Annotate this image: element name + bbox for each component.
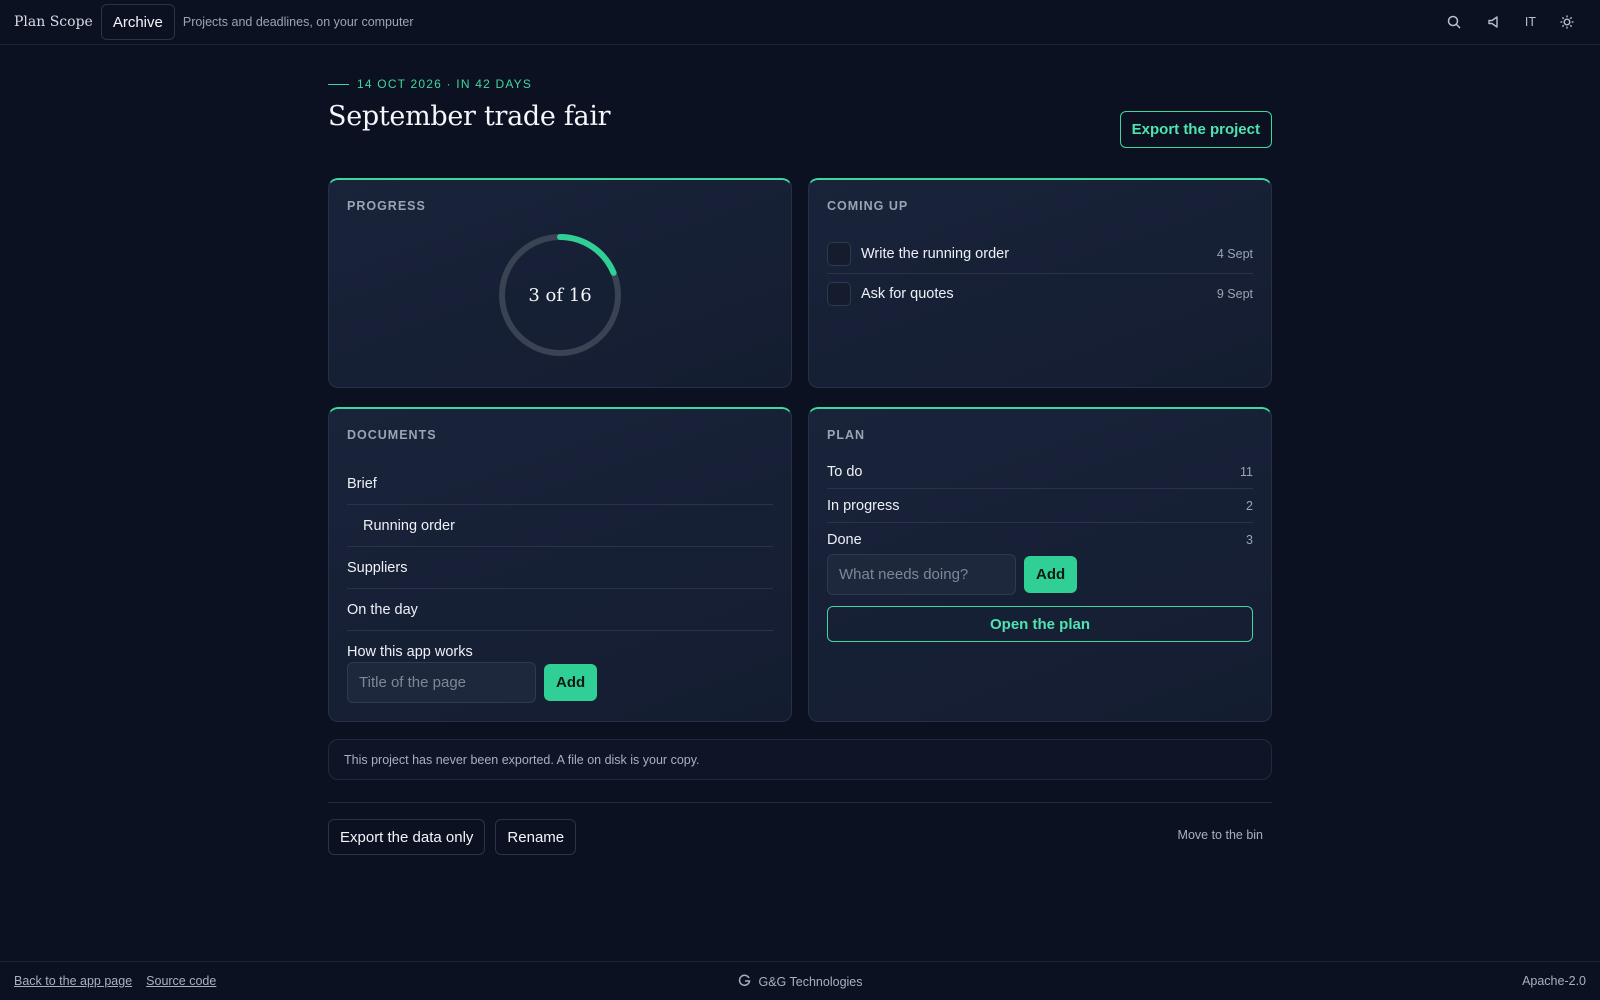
plan-row-todo: To do 11	[827, 455, 1253, 489]
document-item[interactable]: On the day	[347, 589, 773, 631]
divider	[328, 802, 1272, 803]
license-text: Apache-2.0	[1522, 974, 1586, 988]
plan-row-count: 2	[1246, 498, 1253, 513]
coming-up-label: COMING UP	[827, 199, 909, 213]
footer-company: G&G Technologies	[0, 962, 1600, 1000]
export-data-button[interactable]: Export the data only	[328, 819, 486, 855]
project-actions: Export the data only Rename	[328, 819, 577, 855]
progress-label: PROGRESS	[347, 199, 426, 213]
progress-value: 3 of 16	[528, 284, 592, 306]
page-title: September trade fair	[328, 101, 611, 132]
coming-up-card: COMING UP Write the running order 4 Sept…	[808, 178, 1272, 388]
tagline: Projects and deadlines, on your computer	[182, 15, 414, 29]
source-code-link[interactable]: Source code	[146, 974, 216, 988]
plan-status-list: To do 11 In progress 2 Done 3	[827, 455, 1253, 557]
brand-name[interactable]: Plan Scope	[14, 14, 93, 30]
company-name: G&G Technologies	[758, 974, 863, 989]
sun-icon[interactable]	[1558, 13, 1576, 31]
task-input[interactable]	[827, 554, 1016, 595]
open-plan-button[interactable]: Open the plan	[827, 606, 1253, 642]
plan-row-label: To do	[827, 463, 863, 480]
documents-card: DOCUMENTS Brief Running order Suppliers …	[328, 407, 792, 722]
add-page-button[interactable]: Add	[544, 664, 598, 701]
page-title-input[interactable]	[347, 662, 536, 703]
upcoming-list: Write the running order 4 Sept Ask for q…	[827, 234, 1253, 314]
task-checkbox[interactable]	[827, 282, 851, 306]
task-checkbox[interactable]	[827, 241, 851, 266]
footer: Back to the app page Source code G&G Tec…	[0, 961, 1600, 1000]
deadline-eyebrow: 14 OCT 2026 · IN 42 DAYS	[328, 77, 532, 91]
plan-row-label: Done	[827, 532, 862, 548]
plan-card: PLAN To do 11 In progress 2 Done 3 Add O…	[808, 407, 1272, 722]
top-bar: Plan Scope Archive Projects and deadline…	[0, 0, 1600, 45]
plan-row-count: 3	[1246, 533, 1253, 547]
add-task-row: Add	[827, 554, 1078, 595]
eyebrow-line	[328, 83, 349, 85]
language-toggle[interactable]: IT	[1525, 15, 1536, 29]
plan-row-in-progress: In progress 2	[827, 489, 1253, 523]
upcoming-title: Ask for quotes	[861, 286, 954, 302]
plan-label: PLAN	[827, 428, 866, 442]
document-item[interactable]: Suppliers	[347, 547, 773, 589]
upcoming-title: Write the running order	[861, 245, 1010, 262]
documents-label: DOCUMENTS	[347, 428, 437, 442]
back-to-app-link[interactable]: Back to the app page	[14, 974, 132, 988]
document-list: Brief Running order Suppliers On the day…	[347, 463, 773, 673]
upcoming-item: Ask for quotes 9 Sept	[827, 274, 1253, 314]
export-project-button[interactable]: Export the project	[1119, 111, 1272, 148]
progress-card: PROGRESS 3 of 16	[328, 178, 792, 388]
add-page-row: Add	[347, 662, 598, 703]
move-to-bin-link[interactable]: Move to the bin	[1178, 828, 1263, 842]
plan-row-done: Done 3	[827, 523, 1253, 557]
plan-row-label: In progress	[827, 497, 900, 514]
archive-button[interactable]: Archive	[100, 4, 175, 40]
search-icon[interactable]	[1445, 13, 1463, 31]
upcoming-date: 4 Sept	[1216, 246, 1253, 261]
add-task-button[interactable]: Add	[1024, 556, 1078, 593]
document-item[interactable]: Brief	[347, 463, 773, 505]
rename-button[interactable]: Rename	[495, 819, 577, 855]
plan-row-count: 11	[1240, 464, 1253, 479]
top-icons: IT	[1445, 13, 1586, 31]
company-logo-icon	[738, 974, 751, 990]
document-item[interactable]: Running order	[347, 505, 773, 547]
megaphone-icon[interactable]	[1485, 13, 1503, 31]
upcoming-item: Write the running order 4 Sept	[827, 234, 1253, 274]
export-notice: This project has never been exported. A …	[328, 739, 1272, 780]
upcoming-date: 9 Sept	[1216, 287, 1253, 301]
deadline-text: 14 OCT 2026 · IN 42 DAYS	[357, 77, 533, 91]
